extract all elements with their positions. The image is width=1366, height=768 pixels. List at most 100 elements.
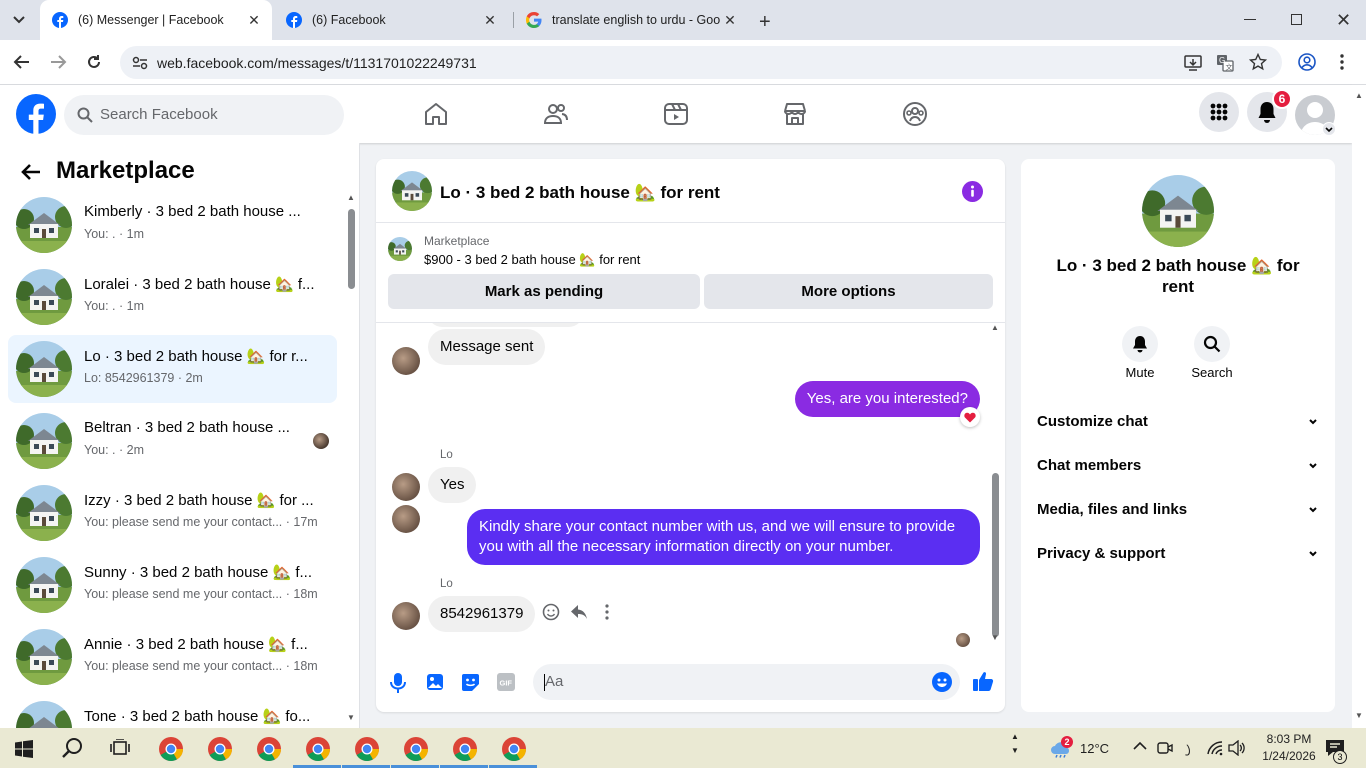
- menu-grid-button[interactable]: [1199, 92, 1239, 132]
- thread-row[interactable]: Beltran · 3 bed 2 bath house ... You: . ·…: [8, 407, 337, 475]
- site-info-icon[interactable]: [132, 56, 148, 70]
- volume-icon[interactable]: [1228, 740, 1246, 756]
- back-icon[interactable]: [13, 54, 31, 70]
- scrollbar-thumb[interactable]: [992, 473, 999, 637]
- task-view-icon[interactable]: [110, 739, 130, 757]
- thread-row[interactable]: Sunny · 3 bed 2 bath house 🏡 f... You: pl…: [8, 551, 337, 619]
- thread-avatar: [16, 701, 72, 728]
- account-chevron-icon[interactable]: [1322, 122, 1336, 136]
- thumbs-up-icon[interactable]: [973, 671, 994, 692]
- conversation-info-icon[interactable]: [962, 181, 983, 202]
- browser-menu-icon[interactable]: [1340, 54, 1344, 70]
- tab-search-dropdown[interactable]: [10, 12, 28, 28]
- chrome-taskbar-icon[interactable]: [501, 736, 527, 762]
- clock-date[interactable]: 1/24/2026: [1256, 749, 1322, 763]
- sender-avatar[interactable]: [392, 602, 420, 630]
- listing-thumbnail[interactable]: [388, 237, 412, 261]
- mute-button[interactable]: [1122, 326, 1158, 362]
- facebook-logo[interactable]: [16, 94, 56, 134]
- install-app-icon[interactable]: [1184, 54, 1202, 72]
- react-icon[interactable]: [542, 603, 560, 621]
- taskbar-show-more-icon[interactable]: ▲ ▼: [1011, 730, 1019, 758]
- privacy-support-section[interactable]: Privacy & support: [1037, 545, 1319, 562]
- thread-row[interactable]: Tone · 3 bed 2 bath house 🏡 fo...: [8, 695, 337, 728]
- windows-start-icon[interactable]: [15, 740, 33, 758]
- attach-image-icon[interactable]: [426, 673, 444, 691]
- microphone-icon[interactable]: [390, 673, 406, 693]
- chrome-taskbar-icon[interactable]: [354, 736, 380, 762]
- forward-icon[interactable]: [49, 54, 67, 70]
- chat-members-section[interactable]: Chat members: [1037, 457, 1319, 474]
- reply-icon[interactable]: [570, 604, 588, 620]
- message-bubble[interactable]: Yes, are you interested?: [794, 381, 980, 417]
- taskbar-search-icon[interactable]: [61, 737, 83, 759]
- listing-title[interactable]: $900 - 3 bed 2 bath house 🏡 for rent: [424, 252, 640, 268]
- minimize-icon[interactable]: [1244, 19, 1256, 20]
- sender-avatar[interactable]: [392, 347, 420, 375]
- new-tab-icon[interactable]: +: [759, 11, 771, 34]
- search-facebook-field[interactable]: Search Facebook: [64, 95, 344, 135]
- sticker-icon[interactable]: [461, 673, 480, 692]
- chat-title[interactable]: Lo · 3 bed 2 bath house 🏡 for rent: [440, 183, 720, 203]
- info-avatar[interactable]: [1142, 175, 1214, 247]
- thread-row[interactable]: Loralei · 3 bed 2 bath house 🏡 f... You: …: [8, 263, 337, 331]
- tab-facebook[interactable]: (6) Facebook ✕: [274, 0, 508, 40]
- tab-close-icon[interactable]: ✕: [482, 12, 498, 28]
- chrome-taskbar-icon[interactable]: [256, 736, 282, 762]
- chrome-taskbar-icon[interactable]: [305, 736, 331, 762]
- wifi-icon[interactable]: [1206, 740, 1224, 756]
- chrome-taskbar-icon[interactable]: [207, 736, 233, 762]
- home-icon[interactable]: [423, 101, 449, 127]
- meet-now-icon[interactable]: [1157, 740, 1173, 756]
- message-more-icon[interactable]: [605, 604, 609, 620]
- close-window-icon[interactable]: ✕: [1336, 10, 1351, 31]
- chrome-taskbar-icon[interactable]: [403, 736, 429, 762]
- media-files-links-section[interactable]: Media, files and links: [1037, 501, 1319, 518]
- thread-row[interactable]: Annie · 3 bed 2 bath house 🏡 f... You: pl…: [8, 623, 337, 691]
- input-language-icon[interactable]: ㇁: [1181, 740, 1194, 759]
- watch-video-icon[interactable]: [663, 101, 689, 127]
- tab-google-translate[interactable]: translate english to urdu - Goo ✕: [514, 0, 748, 40]
- thread-list-scrollbar[interactable]: ▲ ▼: [345, 193, 357, 728]
- profile-icon[interactable]: [1298, 53, 1316, 71]
- chat-avatar[interactable]: [392, 171, 432, 211]
- restore-icon[interactable]: [1291, 14, 1302, 25]
- gif-icon[interactable]: GIF: [497, 673, 515, 691]
- more-options-button[interactable]: More options: [704, 274, 993, 309]
- url-field[interactable]: web.facebook.com/messages/t/113170102224…: [120, 46, 1282, 79]
- bookmark-star-icon[interactable]: [1249, 53, 1267, 71]
- mark-as-pending-button[interactable]: Mark as pending: [388, 274, 700, 309]
- sender-avatar[interactable]: [392, 505, 420, 533]
- message-input[interactable]: Aa: [533, 664, 960, 700]
- search-in-conversation-button[interactable]: [1194, 326, 1230, 362]
- translate-icon[interactable]: G文: [1216, 54, 1234, 72]
- temperature[interactable]: 12°C: [1080, 741, 1109, 756]
- chrome-taskbar-icon[interactable]: [452, 736, 478, 762]
- scrollbar-thumb[interactable]: [348, 209, 355, 289]
- thread-row[interactable]: Lo · 3 bed 2 bath house 🏡 for r... Lo: 85…: [8, 335, 337, 403]
- reload-icon[interactable]: [86, 54, 102, 70]
- message-bubble[interactable]: Kindly share your contact number with us…: [467, 509, 980, 565]
- tab-close-icon[interactable]: ✕: [722, 12, 738, 28]
- message-bubble[interactable]: Message sent: [428, 329, 546, 365]
- page-scrollbar[interactable]: ▲ ▼: [1352, 85, 1366, 728]
- emoji-icon[interactable]: [932, 672, 952, 692]
- customize-chat-section[interactable]: Customize chat: [1037, 413, 1319, 430]
- heart-reaction-icon[interactable]: [960, 407, 980, 427]
- tray-chevron-up-icon[interactable]: [1133, 741, 1147, 751]
- chrome-taskbar-icon[interactable]: [158, 736, 184, 762]
- tab-messenger[interactable]: (6) Messenger | Facebook ✕: [40, 0, 272, 40]
- messages-scrollbar[interactable]: ▲ ▼: [989, 323, 1001, 647]
- thread-avatar: [16, 557, 72, 613]
- message-bubble[interactable]: 8542961379: [428, 596, 536, 632]
- groups-icon[interactable]: [902, 101, 928, 127]
- tab-close-icon[interactable]: ✕: [246, 12, 262, 28]
- back-arrow-icon[interactable]: [20, 162, 42, 182]
- sender-avatar[interactable]: [392, 473, 420, 501]
- friends-icon[interactable]: [543, 101, 569, 127]
- message-bubble[interactable]: Yes: [428, 467, 477, 503]
- marketplace-icon[interactable]: [782, 101, 808, 127]
- thread-row[interactable]: Kimberly · 3 bed 2 bath house ... You: . …: [8, 191, 337, 259]
- clock-time[interactable]: 8:03 PM: [1262, 732, 1316, 746]
- thread-row[interactable]: Izzy · 3 bed 2 bath house 🏡 for ... You: …: [8, 479, 337, 547]
